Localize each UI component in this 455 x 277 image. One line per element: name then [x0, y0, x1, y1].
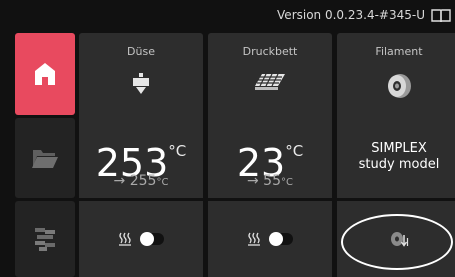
nozzle-title: Düse — [127, 45, 155, 58]
bed-target-value: → 55 — [247, 173, 281, 189]
nozzle-heater-toggle[interactable] — [140, 232, 164, 246]
heater-icon — [248, 232, 260, 246]
nav-tools-button[interactable] — [15, 201, 75, 277]
filament-name-line1: SIMPLEX — [371, 141, 427, 156]
nozzle-target-temp: → 255°C — [79, 173, 203, 189]
filament-card[interactable]: Filament SIMPLEX study model — [337, 33, 455, 198]
bed-target-temp: → 55°C — [208, 173, 332, 189]
version-label: Version 0.0.23.4-#345-U — [277, 8, 425, 22]
nozzle-heater-panel — [79, 201, 203, 277]
folder-icon — [32, 150, 58, 168]
bed-heater-toggle[interactable] — [269, 232, 293, 246]
bed-target-unit: °C — [281, 177, 293, 188]
nozzle-target-value: → 255 — [113, 173, 157, 189]
home-icon — [35, 63, 55, 85]
nozzle-unit: °C — [168, 142, 187, 160]
book-icon[interactable] — [431, 8, 451, 23]
filament-title: Filament — [375, 45, 423, 58]
heater-icon — [119, 232, 131, 246]
nozzle-icon — [132, 73, 150, 99]
filament-name: SIMPLEX study model — [337, 141, 455, 173]
status-bar: Version 0.0.23.4-#345-U — [0, 0, 455, 30]
heatbed-icon — [254, 73, 286, 95]
spool-icon — [386, 73, 412, 103]
tools-icon — [35, 228, 55, 251]
bed-card[interactable]: Druckbett 23°C → 55°C — [208, 33, 332, 198]
nav-home-button[interactable] — [15, 33, 75, 115]
bed-title: Druckbett — [242, 45, 298, 58]
nozzle-target-unit: °C — [156, 177, 169, 188]
bed-unit: °C — [285, 142, 304, 160]
nav-files-button[interactable] — [15, 118, 75, 198]
nozzle-card[interactable]: Düse 253°C → 255°C — [79, 33, 203, 198]
bed-heater-panel — [208, 201, 332, 277]
highlight-ellipse — [341, 214, 453, 270]
filament-name-line2: study model — [358, 157, 440, 172]
